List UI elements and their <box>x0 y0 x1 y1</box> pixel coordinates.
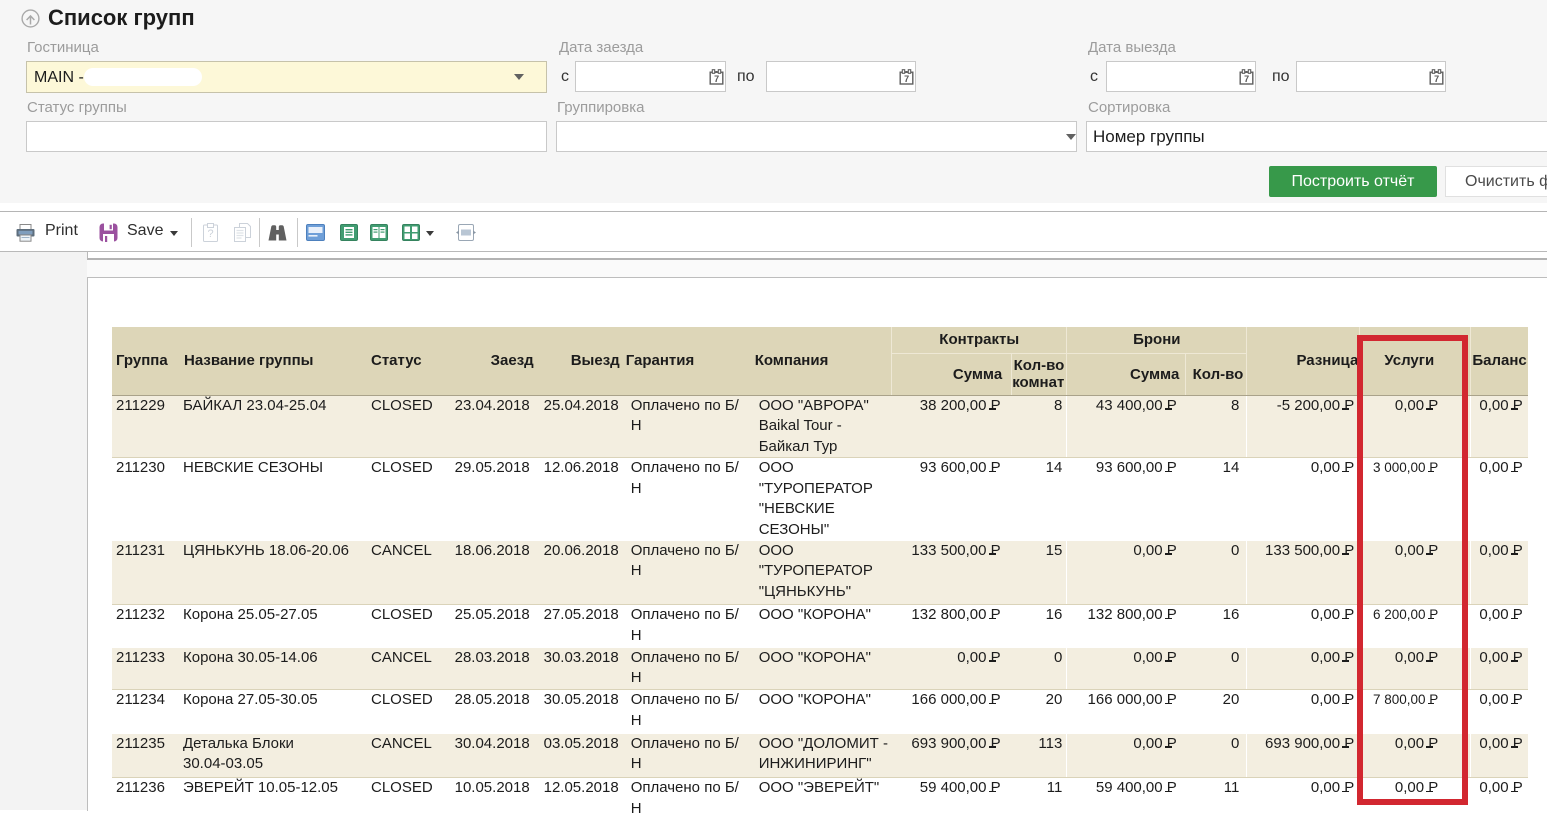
svg-text:?: ? <box>207 228 213 240</box>
